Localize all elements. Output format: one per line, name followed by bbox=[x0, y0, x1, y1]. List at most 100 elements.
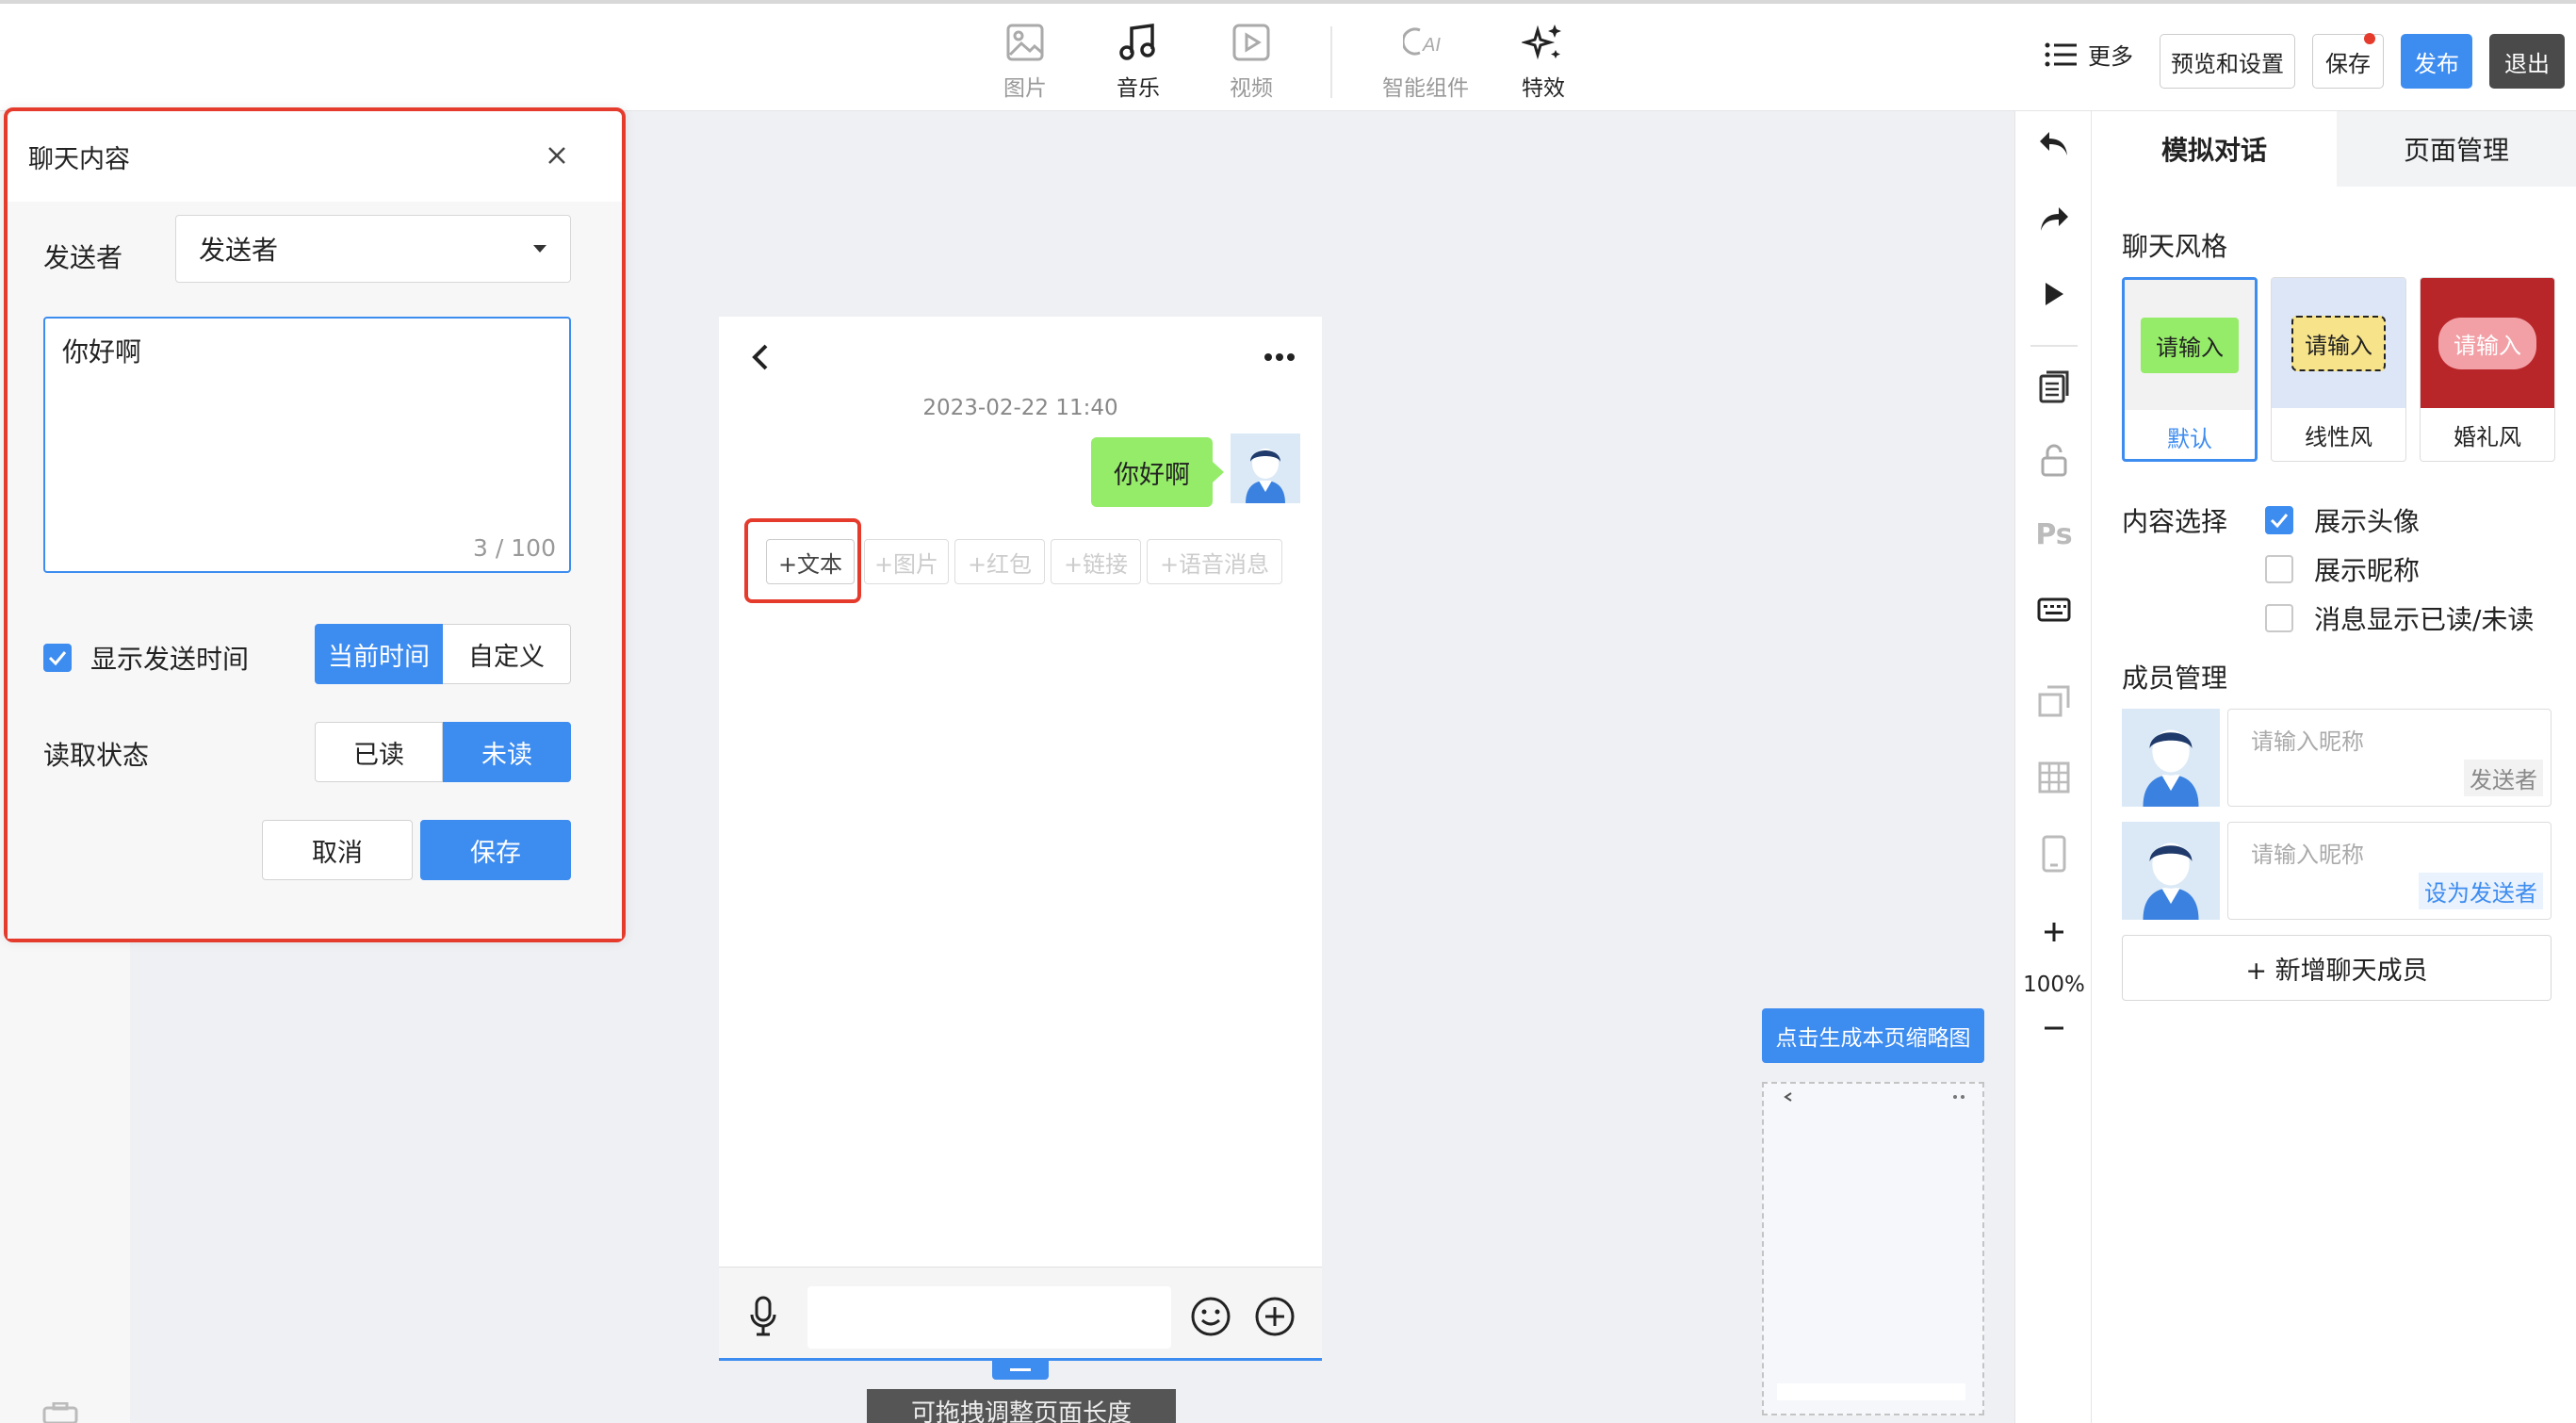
undo-icon bbox=[2040, 132, 2067, 155]
time-option-custom[interactable]: 自定义 bbox=[443, 624, 571, 684]
avatar[interactable] bbox=[1231, 433, 1300, 503]
preview-settings-label: 预览和设置 bbox=[2171, 50, 2284, 77]
zoom-in-icon bbox=[2045, 923, 2063, 941]
exit-button[interactable]: 退出 bbox=[2489, 34, 2565, 89]
tool-video[interactable]: 视频 bbox=[1204, 15, 1298, 109]
thumb-back-icon bbox=[1784, 1092, 1792, 1102]
add-link-button[interactable]: +链接 bbox=[1051, 539, 1141, 584]
tab-page-management[interactable]: 页面管理 bbox=[2337, 111, 2576, 187]
emoji-icon[interactable] bbox=[1190, 1296, 1231, 1337]
thumbnail-preview bbox=[1762, 1082, 1984, 1415]
generate-thumbnail-label: 点击生成本页缩略图 bbox=[1775, 1026, 1971, 1051]
read-option-read-label: 已读 bbox=[353, 740, 404, 770]
option-read-status[interactable]: 消息显示已读/未读 bbox=[2265, 599, 2534, 637]
style-preview-wedding: 请输入 bbox=[2421, 278, 2554, 408]
sender-select[interactable]: 发送者 bbox=[175, 215, 571, 283]
unlock-button[interactable] bbox=[2015, 443, 2093, 477]
show-time-checkbox[interactable]: 显示发送时间 bbox=[43, 639, 249, 677]
microphone-icon[interactable] bbox=[749, 1296, 777, 1337]
time-option-custom-label: 自定义 bbox=[468, 642, 545, 672]
zoom-out-icon bbox=[2045, 1026, 2063, 1030]
message-textarea[interactable]: 你好啊 3 / 100 bbox=[43, 317, 571, 573]
style-card-wedding[interactable]: 请输入 婚礼风 bbox=[2420, 277, 2555, 462]
add-image-button[interactable]: +图片 bbox=[864, 539, 949, 584]
tool-ai-component[interactable]: AI 智能组件 bbox=[1364, 15, 1487, 109]
chat-text-input[interactable] bbox=[807, 1286, 1171, 1349]
tool-effects[interactable]: 特效 bbox=[1496, 15, 1590, 109]
tool-video-label: 视频 bbox=[1230, 76, 1273, 101]
style-card-linear[interactable]: 请输入 线性风 bbox=[2271, 277, 2406, 462]
message-timestamp: 2023-02-22 11:40 bbox=[922, 396, 1118, 420]
member-tag-sender: 发送者 bbox=[2464, 760, 2543, 796]
zoom-in-button[interactable] bbox=[2015, 922, 2093, 942]
member-avatar[interactable] bbox=[2122, 709, 2220, 807]
add-redpacket-button[interactable]: +红包 bbox=[954, 539, 1045, 584]
undo-button[interactable] bbox=[2015, 130, 2093, 158]
more-dots-icon[interactable] bbox=[1264, 352, 1296, 362]
user-avatar-icon bbox=[2143, 842, 2199, 920]
copy-page-button[interactable] bbox=[2015, 684, 2093, 718]
layers-button[interactable] bbox=[2015, 369, 2093, 403]
save-top-button[interactable]: 保存 bbox=[2312, 33, 2384, 89]
member-management-label: 成员管理 bbox=[2122, 662, 2228, 694]
style-card-default[interactable]: 请输入 默认 bbox=[2122, 277, 2258, 462]
dialog-header: 聊天内容 bbox=[8, 111, 622, 202]
close-icon[interactable] bbox=[546, 145, 567, 166]
phone-icon bbox=[2042, 835, 2066, 873]
play-button[interactable] bbox=[2015, 281, 2093, 307]
read-state-segment: 已读 未读 bbox=[315, 722, 571, 782]
handle-grip bbox=[1010, 1368, 1031, 1371]
option-show-avatar[interactable]: 展示头像 bbox=[2265, 501, 2420, 539]
ps-button[interactable]: Ps bbox=[2015, 518, 2093, 551]
grid-button[interactable] bbox=[2015, 761, 2093, 793]
music-icon bbox=[1119, 23, 1155, 60]
member-nickname-input[interactable]: 请输入昵称 设为发送者 bbox=[2227, 822, 2552, 920]
cancel-button[interactable]: 取消 bbox=[262, 820, 413, 880]
zoom-out-button[interactable] bbox=[2015, 1025, 2093, 1031]
phone-button[interactable] bbox=[2015, 835, 2093, 873]
sparkle-icon bbox=[1522, 25, 1561, 60]
tool-ai-component-label: 智能组件 bbox=[1382, 76, 1469, 101]
add-member-button[interactable]: + 新增聊天成员 bbox=[2122, 935, 2552, 1001]
resize-handle[interactable] bbox=[992, 1361, 1049, 1380]
vtool-divider bbox=[2030, 345, 2078, 347]
plus-circle-icon[interactable] bbox=[1254, 1296, 1296, 1337]
option-show-nickname[interactable]: 展示昵称 bbox=[2265, 550, 2420, 588]
generate-thumbnail-button[interactable]: 点击生成本页缩略图 bbox=[1762, 1008, 1984, 1063]
add-image-label: +图片 bbox=[873, 550, 939, 578]
sender-select-value: 发送者 bbox=[199, 235, 279, 266]
time-option-current[interactable]: 当前时间 bbox=[315, 624, 443, 684]
redo-button[interactable] bbox=[2015, 205, 2093, 234]
keyboard-button[interactable] bbox=[2015, 597, 2093, 622]
sender-label: 发送者 bbox=[43, 242, 123, 273]
more-menu[interactable]: 更多 bbox=[2045, 38, 2133, 71]
top-toolbar: 图片 音乐 视频 AI 智能组件 特效 更多 预览和设置 保存 发布 退出 bbox=[0, 0, 2576, 111]
checkbox-checked-icon bbox=[43, 644, 72, 672]
ai-component-icon: AI bbox=[1403, 27, 1441, 56]
tool-image[interactable]: 图片 bbox=[978, 15, 1072, 109]
read-option-read[interactable]: 已读 bbox=[315, 722, 443, 782]
save-label: 保存 bbox=[470, 838, 521, 868]
tab-chat-simulation[interactable]: 模拟对话 bbox=[2092, 111, 2337, 187]
preview-settings-button[interactable]: 预览和设置 bbox=[2160, 34, 2295, 89]
back-icon[interactable] bbox=[751, 343, 770, 371]
briefcase-icon bbox=[42, 1402, 78, 1423]
add-member-label: + 新增聊天成员 bbox=[2245, 956, 2428, 986]
add-voice-button[interactable]: +语音消息 bbox=[1147, 539, 1282, 584]
dialog-title: 聊天内容 bbox=[28, 144, 130, 174]
cancel-label: 取消 bbox=[312, 838, 363, 868]
member-nickname-input[interactable]: 请输入昵称 发送者 bbox=[2227, 709, 2552, 807]
video-icon bbox=[1232, 24, 1270, 61]
tool-music[interactable]: 音乐 bbox=[1091, 15, 1185, 109]
read-option-unread[interactable]: 未读 bbox=[443, 722, 571, 782]
user-avatar-icon bbox=[1246, 449, 1285, 503]
image-icon bbox=[1006, 24, 1044, 61]
set-sender-button[interactable]: 设为发送者 bbox=[2419, 873, 2543, 909]
save-button[interactable]: 保存 bbox=[420, 820, 571, 880]
member-avatar[interactable] bbox=[2122, 822, 2220, 920]
redo-icon bbox=[2041, 207, 2068, 231]
message-bubble[interactable]: 你好啊 bbox=[1091, 437, 1224, 507]
layers-icon bbox=[2039, 370, 2069, 403]
publish-button[interactable]: 发布 bbox=[2401, 34, 2472, 89]
copy-page-icon bbox=[2038, 685, 2070, 717]
